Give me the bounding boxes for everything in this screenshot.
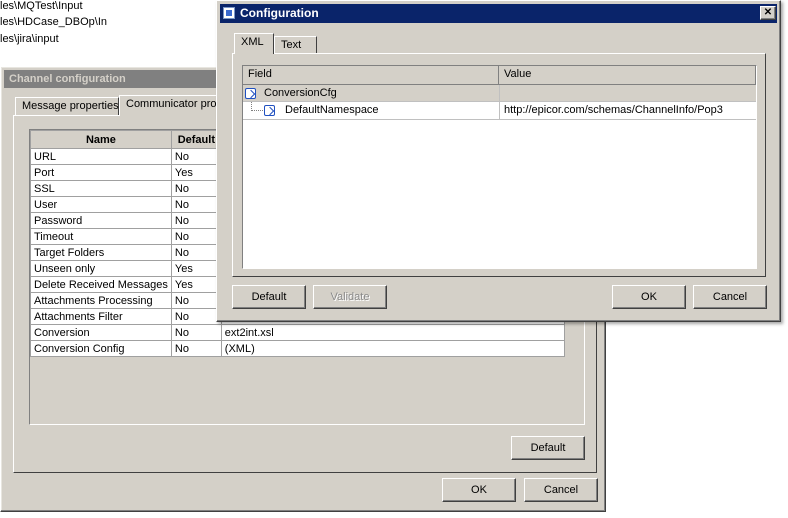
background-path-1: les\MQTest\Input	[0, 0, 83, 12]
close-icon[interactable]: ✕	[760, 6, 776, 20]
property-name-cell: SSL	[30, 180, 172, 197]
tab-text-label: Text	[281, 39, 302, 51]
tab-text[interactable]: Text	[274, 36, 317, 54]
channel-ok-button[interactable]: OK	[442, 478, 516, 502]
column-header-default[interactable]: Default	[170, 130, 222, 149]
config-default-button[interactable]: Default	[232, 285, 306, 309]
channel-default-button[interactable]: Default	[511, 436, 585, 460]
table-row[interactable]: Conversion Config No (XML)	[30, 340, 566, 357]
tab-xml-label: XML	[241, 36, 264, 48]
property-default-cell: Yes	[170, 260, 222, 277]
property-default-cell: No	[170, 340, 222, 357]
property-name-cell: Attachments Filter	[30, 308, 172, 325]
configuration-dialog: Configuration ✕ XML Text Field Value Con…	[216, 0, 781, 322]
property-default-cell: No	[170, 324, 222, 341]
property-default-cell: No	[170, 180, 222, 197]
background-path-3: les\jira\input	[0, 33, 59, 45]
channel-window-title: Channel configuration	[9, 73, 126, 85]
tree-field-defaultnamespace: DefaultNamespace	[285, 104, 379, 116]
property-name-cell: Port	[30, 164, 172, 181]
tree-value-defaultnamespace[interactable]: http://epicor.com/schemas/ChannelInfo/Po…	[504, 104, 723, 116]
xml-node-icon	[245, 87, 256, 99]
property-value-cell[interactable]: (XML)	[220, 340, 566, 357]
property-name-cell: Conversion Config	[30, 340, 172, 357]
property-default-cell: No	[170, 212, 222, 229]
xml-tree-grid[interactable]: Field Value ConversionCfg DefaultNamespa…	[242, 65, 757, 269]
property-name-cell: User	[30, 196, 172, 213]
tab-message-properties[interactable]: Message properties	[15, 97, 119, 115]
property-value-cell[interactable]: ext2int.xsl	[220, 324, 566, 341]
property-default-cell: No	[170, 228, 222, 245]
property-name-cell: Target Folders	[30, 244, 172, 261]
xml-tab-panel: Field Value ConversionCfg DefaultNamespa…	[232, 53, 766, 277]
property-default-cell: No	[170, 308, 222, 325]
property-name-cell: Attachments Processing	[30, 292, 172, 309]
property-name-cell: URL	[30, 148, 172, 165]
column-header-name[interactable]: Name	[30, 130, 172, 149]
property-default-cell: No	[170, 148, 222, 165]
property-name-cell: Delete Received Messages	[30, 276, 172, 293]
dialog-window-icon	[223, 7, 235, 19]
channel-cancel-button[interactable]: Cancel	[524, 478, 598, 502]
property-default-cell: No	[170, 244, 222, 261]
tab-xml[interactable]: XML	[234, 33, 274, 54]
column-header-field[interactable]: Field	[243, 66, 499, 85]
tab-message-properties-label: Message properties	[22, 100, 119, 112]
configuration-title: Configuration	[240, 6, 319, 20]
tab-communicator-properties[interactable]: Communicator prop	[119, 95, 223, 116]
xml-attribute-icon	[264, 104, 275, 116]
property-name-cell: Conversion	[30, 324, 172, 341]
property-default-cell: Yes	[170, 164, 222, 181]
config-cancel-button[interactable]: Cancel	[693, 285, 767, 309]
tree-row-defaultnamespace[interactable]: DefaultNamespace http://epicor.com/schem…	[243, 102, 756, 120]
tree-field-conversioncfg: ConversionCfg	[264, 87, 337, 99]
column-header-value-xml[interactable]: Value	[499, 66, 756, 85]
property-name-cell: Password	[30, 212, 172, 229]
property-default-cell: No	[170, 196, 222, 213]
property-name-cell: Unseen only	[30, 260, 172, 277]
property-default-cell: Yes	[170, 276, 222, 293]
tree-row-conversioncfg[interactable]: ConversionCfg	[243, 85, 756, 102]
tab-communicator-properties-label: Communicator prop	[126, 98, 223, 110]
background-path-2: les\HDCase_DBOp\In	[0, 16, 107, 28]
validate-button[interactable]: Validate	[313, 285, 387, 309]
property-default-cell: No	[170, 292, 222, 309]
table-row[interactable]: Conversion No ext2int.xsl	[30, 324, 566, 341]
property-name-cell: Timeout	[30, 228, 172, 245]
config-ok-button[interactable]: OK	[612, 285, 686, 309]
configuration-title-bar[interactable]: Configuration ✕	[220, 4, 777, 23]
